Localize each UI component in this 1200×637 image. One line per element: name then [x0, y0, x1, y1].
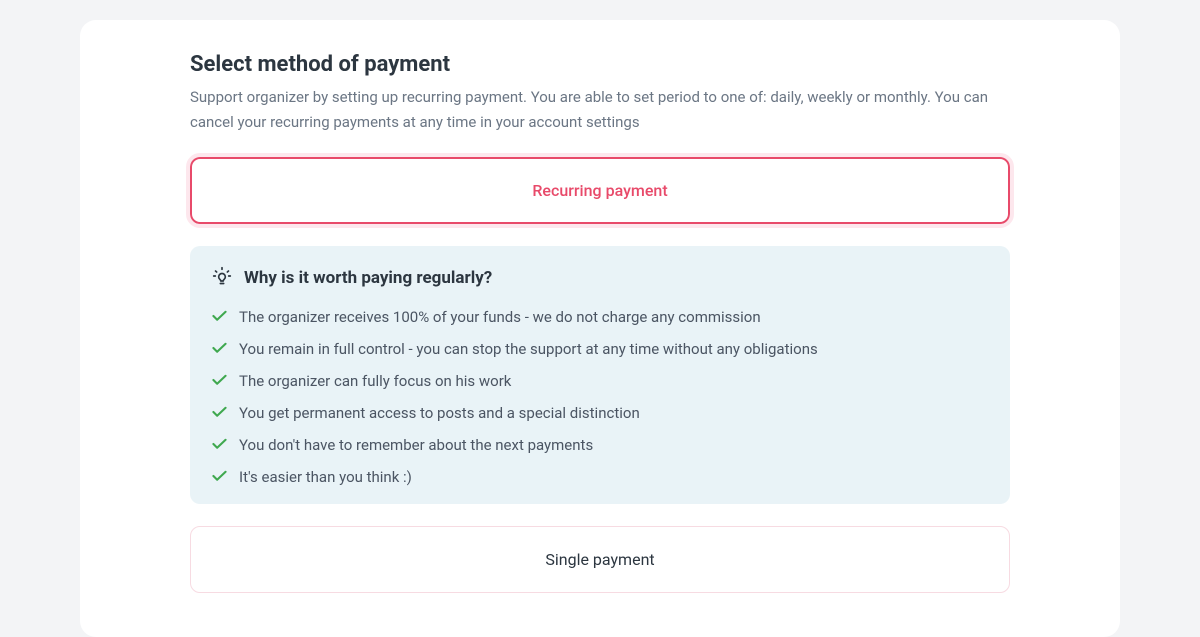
benefits-header: Why is it worth paying regularly?	[212, 266, 988, 290]
check-icon	[212, 436, 227, 454]
page-title: Select method of payment	[190, 52, 1010, 77]
check-icon	[212, 404, 227, 422]
check-icon	[212, 372, 227, 390]
page-description: Support organizer by setting up recurrin…	[190, 85, 1010, 135]
benefit-text: The organizer can fully focus on his wor…	[239, 372, 511, 390]
benefit-text: You remain in full control - you can sto…	[239, 340, 818, 358]
benefit-text: The organizer receives 100% of your fund…	[239, 308, 761, 326]
recurring-payment-label: Recurring payment	[532, 181, 667, 200]
payment-method-card: Select method of payment Support organiz…	[80, 20, 1120, 637]
benefit-item: It's easier than you think :)	[212, 468, 988, 486]
check-icon	[212, 468, 227, 486]
benefits-title: Why is it worth paying regularly?	[244, 268, 492, 288]
lightbulb-icon	[212, 266, 232, 290]
benefit-item: You don't have to remember about the nex…	[212, 436, 988, 454]
benefit-text: You get permanent access to posts and a …	[239, 404, 640, 422]
benefits-list: The organizer receives 100% of your fund…	[212, 308, 988, 486]
benefits-panel: Why is it worth paying regularly? The or…	[190, 246, 1010, 504]
benefit-item: You remain in full control - you can sto…	[212, 340, 988, 358]
check-icon	[212, 308, 227, 326]
benefit-item: The organizer receives 100% of your fund…	[212, 308, 988, 326]
check-icon	[212, 340, 227, 358]
recurring-payment-option[interactable]: Recurring payment	[190, 157, 1010, 224]
benefit-text: You don't have to remember about the nex…	[239, 436, 593, 454]
single-payment-label: Single payment	[545, 550, 654, 569]
benefit-item: The organizer can fully focus on his wor…	[212, 372, 988, 390]
benefit-text: It's easier than you think :)	[239, 468, 412, 486]
benefit-item: You get permanent access to posts and a …	[212, 404, 988, 422]
single-payment-option[interactable]: Single payment	[190, 526, 1010, 593]
